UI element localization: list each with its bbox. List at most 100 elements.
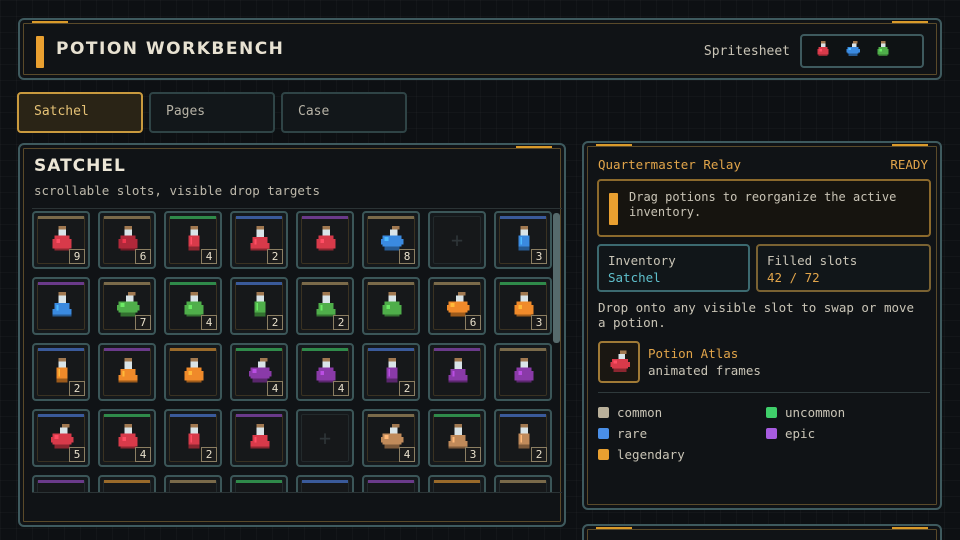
- stack-count: 5: [69, 447, 85, 462]
- inventory-slot[interactable]: 9: [32, 211, 90, 269]
- slot-scroll-area[interactable]: 9 6 4 2 8 +3 7 4 2 2 6 3 2 4 4 2 5 4 2 +4 3 2: [32, 208, 562, 492]
- inventory-slot[interactable]: 5: [32, 409, 90, 467]
- empty-slot[interactable]: [428, 475, 486, 492]
- spritesheet-preview[interactable]: [800, 34, 924, 68]
- stack-count: 4: [135, 447, 151, 462]
- inventory-slot[interactable]: [164, 343, 222, 401]
- inventory-slot[interactable]: [296, 211, 354, 269]
- inventory-slot[interactable]: 2: [32, 343, 90, 401]
- empty-slot[interactable]: [296, 475, 354, 492]
- rarity-stripe: [38, 216, 84, 219]
- inventory-slot[interactable]: 2: [230, 211, 288, 269]
- rarity-stripe: [500, 282, 546, 285]
- inventory-slot[interactable]: 2: [230, 277, 288, 335]
- inventory-slot[interactable]: 6: [98, 211, 156, 269]
- inventory-slot[interactable]: 7: [98, 277, 156, 335]
- inventory-slot[interactable]: 6: [428, 277, 486, 335]
- satchel-subtitle: scrollable slots, visible drop targets: [34, 183, 320, 198]
- empty-slot[interactable]: +: [428, 211, 486, 269]
- legend-item-rare: rare: [598, 426, 766, 441]
- satchel-panel: SATCHEL scrollable slots, visible drop t…: [18, 143, 566, 527]
- stack-count: 4: [201, 249, 217, 264]
- rarity-stripe: [434, 282, 480, 285]
- inventory-slot[interactable]: 4: [164, 277, 222, 335]
- stack-count: 2: [201, 447, 217, 462]
- relay-title: Quartermaster Relay: [598, 157, 741, 172]
- stack-count: 3: [531, 249, 547, 264]
- drop-hint: Drop onto any visible slot to swap or mo…: [598, 300, 915, 330]
- inventory-slot[interactable]: 3: [494, 277, 552, 335]
- rarity-stripe: [434, 414, 480, 417]
- legend-item-epic: epic: [766, 425, 926, 441]
- inventory-slot[interactable]: 4: [98, 409, 156, 467]
- rarity-stripe: [104, 348, 150, 351]
- rarity-stripe: [104, 414, 150, 417]
- filled-slots-label: Filled slots: [767, 253, 858, 268]
- inventory-slot[interactable]: 2: [494, 409, 552, 467]
- rarity-legend: common uncommon rare epic legendary: [598, 404, 930, 462]
- stack-count: 4: [333, 381, 349, 396]
- rarity-stripe: [368, 348, 414, 351]
- inventory-slot[interactable]: 4: [362, 409, 420, 467]
- potion-atlas-icon[interactable]: [598, 341, 640, 383]
- panel-accent: [596, 527, 632, 529]
- slot-grid: 9 6 4 2 8 +3 7 4 2 2 6 3 2 4 4 2 5 4 2 +4 3 2: [32, 211, 552, 492]
- rarity-stripe: [236, 480, 282, 483]
- inventory-slot[interactable]: [32, 277, 90, 335]
- inventory-slot[interactable]: 3: [428, 409, 486, 467]
- legend-label: uncommon: [785, 404, 846, 420]
- potion-atlas-title[interactable]: Potion Atlas: [648, 346, 738, 361]
- notice-text: Drag potions to reorganize the active in…: [629, 190, 897, 219]
- inventory-stat: Inventory Satchel: [597, 244, 750, 292]
- legend-swatch: [766, 427, 777, 439]
- inventory-slot[interactable]: 2: [296, 277, 354, 335]
- stack-count: 4: [399, 447, 415, 462]
- inventory-slot[interactable]: [428, 343, 486, 401]
- inventory-slot[interactable]: [362, 277, 420, 335]
- status-badge: READY: [890, 157, 928, 172]
- drop-target-icon: +: [318, 426, 332, 450]
- stack-count: 2: [267, 315, 283, 330]
- inventory-slot[interactable]: 2: [164, 409, 222, 467]
- rarity-stripe: [104, 480, 150, 483]
- stack-count: 3: [531, 315, 547, 330]
- legend-label: epic: [785, 425, 816, 441]
- inventory-slot[interactable]: 3: [494, 211, 552, 269]
- inventory-slot[interactable]: 2: [362, 343, 420, 401]
- potion-atlas-subtitle: animated frames: [648, 363, 761, 378]
- stack-count: 8: [399, 249, 415, 264]
- tab-case[interactable]: Case: [281, 92, 407, 133]
- inventory-label: Inventory: [608, 253, 676, 268]
- stack-count: 2: [399, 381, 415, 396]
- rarity-stripe: [170, 414, 216, 417]
- tab-pages[interactable]: Pages: [149, 92, 275, 133]
- empty-slot[interactable]: [230, 475, 288, 492]
- inventory-slot[interactable]: 8: [362, 211, 420, 269]
- divider: [598, 392, 930, 393]
- inventory-slot[interactable]: [494, 343, 552, 401]
- stack-count: 6: [465, 315, 481, 330]
- rarity-stripe: [368, 216, 414, 219]
- stack-count: 7: [135, 315, 151, 330]
- green-potion-icon: [874, 40, 892, 62]
- inventory-slot[interactable]: 4: [164, 211, 222, 269]
- inventory-slot[interactable]: 4: [296, 343, 354, 401]
- empty-slot[interactable]: [362, 475, 420, 492]
- stack-count: 2: [267, 249, 283, 264]
- empty-slot[interactable]: [32, 475, 90, 492]
- legend-swatch: [598, 448, 609, 460]
- rarity-stripe: [500, 216, 546, 219]
- legend-swatch: [598, 427, 609, 439]
- rarity-stripe: [302, 216, 348, 219]
- empty-slot[interactable]: +: [296, 409, 354, 467]
- slot-scrollbar[interactable]: [553, 213, 560, 343]
- empty-slot[interactable]: [98, 475, 156, 492]
- inventory-slot[interactable]: 4: [230, 343, 288, 401]
- legend-swatch: [766, 406, 777, 418]
- empty-slot[interactable]: [164, 475, 222, 492]
- inventory-slot[interactable]: [230, 409, 288, 467]
- empty-slot[interactable]: [494, 475, 552, 492]
- rarity-stripe: [500, 480, 546, 483]
- tab-satchel[interactable]: Satchel: [17, 92, 143, 133]
- inventory-slot[interactable]: [98, 343, 156, 401]
